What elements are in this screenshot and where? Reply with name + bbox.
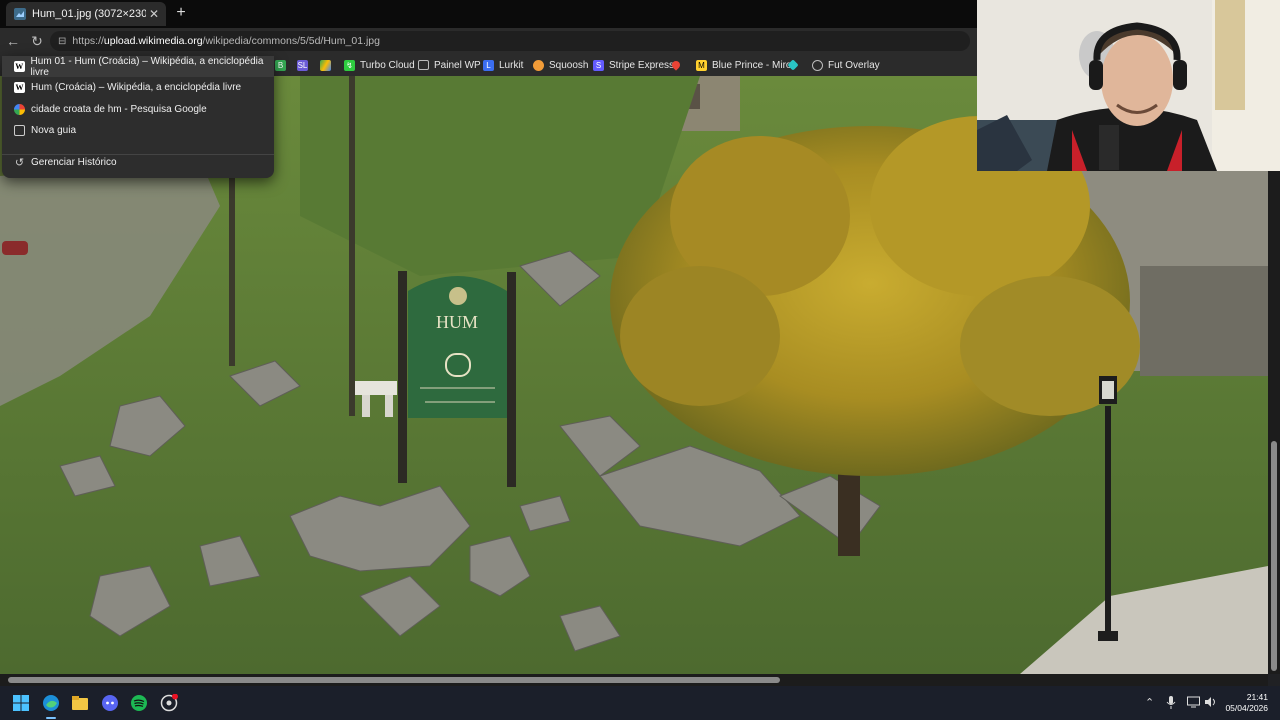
reload-button[interactable]: ↻ — [28, 32, 46, 50]
history-icon: ↺ — [14, 157, 25, 169]
sl-icon: SL — [297, 59, 308, 71]
webcam-overlay — [977, 0, 1280, 171]
edge-icon[interactable] — [42, 694, 60, 712]
wikipedia-icon: W — [14, 82, 25, 93]
manage-history-label: Gerenciar Histórico — [31, 157, 117, 168]
horizontal-scrollbar[interactable] — [0, 674, 1268, 686]
bookmark-squoosh[interactable]: Squoosh — [533, 57, 588, 73]
bookmark-lurkit[interactable]: L Lurkit — [483, 57, 523, 73]
history-item[interactable]: W Hum (Croácia) – Wikipédia, a enciclopé… — [2, 77, 274, 98]
browser-tab[interactable]: Hum_01.jpg (3072×2304) ✕ — [6, 2, 166, 26]
history-item-label: Nova guia — [31, 125, 77, 136]
history-item-label: Hum 01 - Hum (Croácia) – Wikipédia, a en… — [30, 55, 264, 78]
microphone-icon[interactable] — [1166, 696, 1176, 712]
history-item[interactable]: cidade croata de hm - Pesquisa Google — [2, 99, 274, 120]
system-clock[interactable]: 21:41 05/04/2026 — [1225, 692, 1268, 714]
history-item-label: Hum (Croácia) – Wikipédia, a enciclopédi… — [31, 82, 242, 93]
horizontal-scroll-thumb[interactable] — [8, 677, 780, 683]
drive-icon — [320, 59, 331, 71]
stripe-icon: S — [593, 59, 604, 71]
file-explorer-icon[interactable] — [71, 694, 89, 712]
squoosh-icon — [533, 59, 544, 71]
new-tab-button[interactable]: + — [172, 4, 190, 22]
lurkit-icon: L — [483, 59, 494, 71]
bookmark-label: Turbo Cloud — [360, 59, 415, 71]
wikipedia-icon: W — [14, 61, 25, 72]
bookmark-stripe-express[interactable]: S Stripe Express — [593, 57, 674, 73]
bookmark-label: Stripe Express — [609, 59, 675, 71]
bookmark-label: Squoosh — [549, 59, 589, 71]
bookmark-label: Fut Overlay — [828, 59, 880, 71]
windows-taskbar: ⌃ 21:41 05/04/2026 — [0, 686, 1280, 720]
back-history-menu: W Hum 01 - Hum (Croácia) – Wikipédia, a … — [2, 56, 274, 178]
bookmark-green[interactable]: B — [275, 57, 291, 73]
active-app-indicator — [46, 717, 56, 719]
bookmark-diamond[interactable] — [787, 57, 802, 73]
new-tab-icon — [14, 125, 25, 136]
discord-icon[interactable] — [101, 694, 119, 712]
volume-icon[interactable] — [1204, 696, 1217, 711]
bookmark-drive[interactable] — [320, 57, 336, 73]
webcam-feed — [977, 0, 1280, 171]
windows-start-icon[interactable] — [12, 694, 30, 712]
bookmark-fut-overlay[interactable]: Fut Overlay — [812, 57, 880, 73]
bookmark-blue-prince-miro[interactable]: M Blue Prince - Miro — [696, 57, 791, 73]
folder-icon — [418, 60, 429, 70]
bookmark-maps[interactable] — [670, 57, 685, 73]
maps-pin-icon — [670, 59, 682, 71]
bookmark-painel-wp[interactable]: Painel WP — [418, 57, 481, 73]
tab-close-icon[interactable]: ✕ — [146, 7, 162, 21]
address-bar[interactable]: ⊟ https:// upload.wikimedia.org /wikiped… — [50, 31, 970, 51]
manage-history-item[interactable]: ↺ Gerenciar Histórico — [2, 152, 274, 173]
globe-icon — [812, 59, 823, 71]
google-icon — [14, 104, 25, 115]
spotify-icon[interactable] — [130, 694, 148, 712]
url-scheme: https:// — [72, 35, 104, 47]
turbo-cloud-icon: ↯ — [344, 59, 355, 71]
vertical-scroll-thumb[interactable] — [1271, 441, 1277, 671]
url-path: /wikipedia/commons/5/5d/Hum_01.jpg — [202, 35, 380, 47]
obs-icon[interactable] — [160, 694, 178, 712]
green-b-icon: B — [275, 59, 286, 71]
hum-sign-text: HUM — [436, 312, 478, 332]
back-button[interactable]: ← — [4, 32, 22, 50]
history-item-label: cidade croata de hm - Pesquisa Google — [31, 104, 207, 115]
history-item[interactable]: Nova guia — [2, 120, 274, 141]
tray-overflow-icon[interactable]: ⌃ — [1145, 696, 1154, 709]
display-icon[interactable] — [1187, 696, 1200, 711]
bookmark-label: Blue Prince - Miro — [712, 59, 792, 71]
bookmark-label: Lurkit — [499, 59, 524, 71]
url-host: upload.wikimedia.org — [103, 35, 203, 47]
bookmark-sl[interactable]: SL — [297, 57, 313, 73]
miro-icon: M — [696, 59, 707, 71]
tab-title: Hum_01.jpg (3072×2304) — [32, 8, 146, 20]
site-info-icon[interactable]: ⊟ — [58, 36, 66, 47]
image-favicon-icon — [14, 8, 26, 20]
clock-date: 05/04/2026 — [1225, 703, 1268, 713]
bookmark-turbo-cloud[interactable]: ↯ Turbo Cloud — [344, 57, 415, 73]
history-item[interactable]: W Hum 01 - Hum (Croácia) – Wikipédia, a … — [2, 55, 274, 78]
clock-time: 21:41 — [1246, 692, 1268, 702]
diamond-icon — [787, 59, 799, 71]
bookmark-label: Painel WP — [434, 59, 481, 71]
